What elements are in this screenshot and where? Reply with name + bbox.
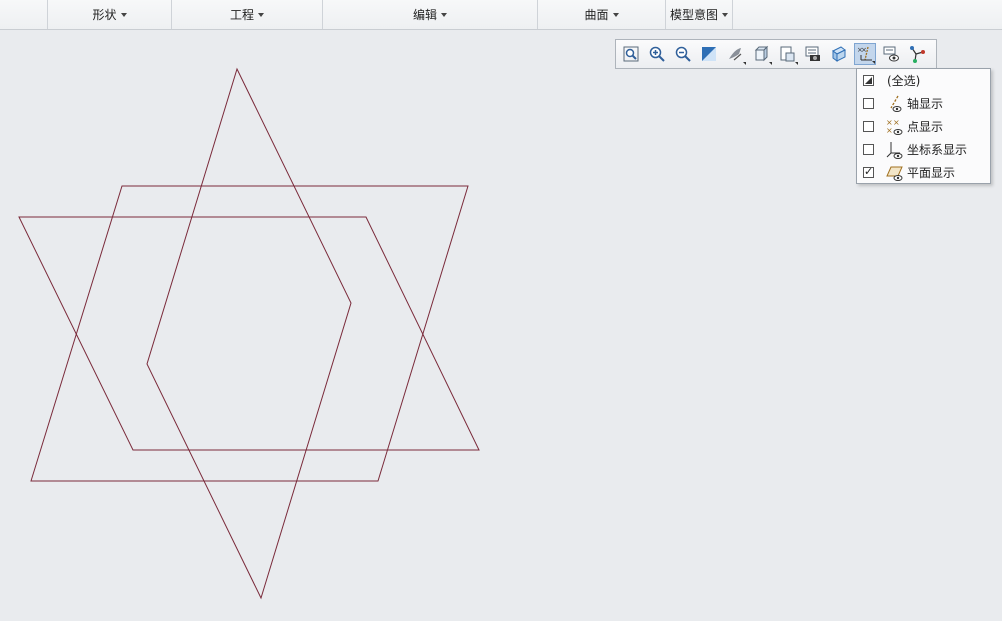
filter-item-point[interactable]: × × × 点显示 [857, 115, 990, 138]
refit-icon[interactable] [620, 43, 642, 65]
ribbon-group-label: 工程 [229, 8, 254, 22]
axis-display-icon [890, 95, 902, 112]
axis-display-checkbox[interactable] [863, 98, 874, 109]
csys-display-checkbox[interactable] [863, 144, 874, 155]
svg-text:×: × [886, 126, 893, 135]
ribbon-group-label: 模型意图 [669, 8, 718, 22]
filter-item-label: (全选) [887, 74, 921, 88]
point-display-checkbox[interactable] [863, 121, 874, 132]
csys-display-icon [886, 142, 903, 159]
filter-item-csys[interactable]: 坐标系显示 [857, 138, 990, 161]
ribbon-group-surfaces[interactable]: 曲面 [537, 0, 665, 29]
svg-text:×: × [861, 46, 867, 54]
filter-item-axis[interactable]: 轴显示 [857, 92, 990, 115]
ribbon-group-shape[interactable]: 形状 [47, 0, 171, 29]
annotation-display-icon[interactable] [880, 43, 902, 65]
spin-center-icon[interactable] [906, 43, 928, 65]
caret-down-icon [258, 13, 264, 17]
plane-display-checkbox[interactable] [863, 165, 874, 178]
datum-plane-outline[interactable] [146, 67, 352, 600]
section-icon[interactable] [828, 43, 850, 65]
saved-views-icon[interactable] [776, 43, 798, 65]
datum-filter-dropdown: (全选) 轴显示 ××× 点显示 坐标系显示 平面显示 [856, 68, 991, 184]
ribbon-group-model-intent[interactable]: 模型意图 [665, 0, 733, 29]
ribbon-group-label: 编辑 [412, 8, 437, 22]
zoom-out-icon[interactable] [672, 43, 694, 65]
filter-item-plane[interactable]: 平面显示 [857, 161, 990, 184]
datum-display-filters-icon[interactable]: × × [854, 43, 876, 65]
view-toolbar: × × [615, 39, 937, 69]
ribbon-group-edit[interactable]: 编辑 [322, 0, 537, 29]
ribbon-group-label: 形状 [92, 8, 117, 22]
filter-item-label: 点显示 [907, 120, 944, 134]
repaint-icon[interactable] [698, 43, 720, 65]
point-display-icon: × ×× [886, 118, 903, 135]
svg-text:×: × [893, 118, 900, 127]
filter-item-label: 坐标系显示 [907, 143, 968, 157]
datum-plane-outline[interactable] [18, 216, 480, 451]
filter-item-select-all[interactable]: (全选) [857, 69, 990, 92]
zoom-in-icon[interactable] [646, 43, 668, 65]
ribbon-bar: 形状 工程 编辑 曲面 模型意图 [0, 0, 1002, 30]
display-style-icon[interactable] [750, 43, 772, 65]
graphics-canvas[interactable] [0, 31, 1002, 621]
filter-item-label: 平面显示 [907, 166, 956, 180]
filter-item-label: 轴显示 [907, 97, 944, 111]
perspective-icon[interactable] [724, 43, 746, 65]
ribbon-group-engineering[interactable]: 工程 [171, 0, 322, 29]
caret-down-icon [612, 13, 619, 17]
view-manager-icon[interactable] [802, 43, 824, 65]
ribbon-group-label: 曲面 [584, 8, 609, 22]
plane-display-icon [886, 166, 903, 181]
caret-down-icon [120, 13, 127, 17]
datum-plane-outline[interactable] [30, 185, 469, 482]
caret-down-icon [441, 13, 447, 17]
caret-down-icon [722, 13, 728, 17]
select-all-checkbox[interactable] [863, 75, 874, 86]
